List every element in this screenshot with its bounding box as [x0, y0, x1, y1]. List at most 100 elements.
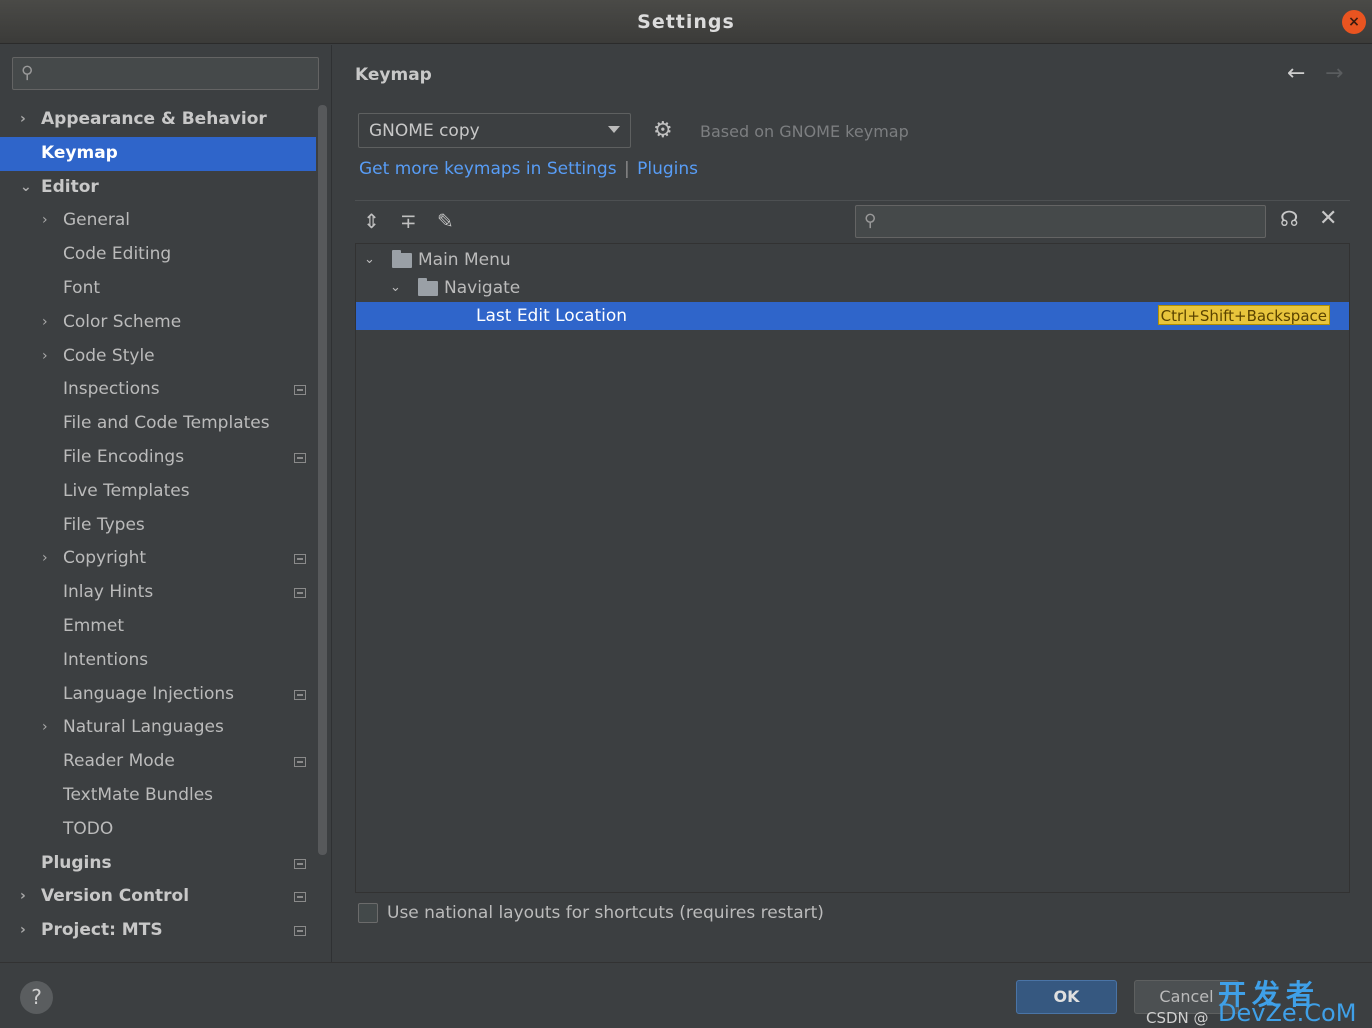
sidebar-item-file-encodings[interactable]: File Encodings: [0, 441, 316, 475]
ok-button[interactable]: OK: [1016, 980, 1117, 1014]
sidebar-item-color-scheme[interactable]: › Color Scheme: [0, 306, 316, 340]
chevron-down-icon[interactable]: ⌄: [390, 274, 401, 302]
sidebar-item-label: Appearance & Behavior: [41, 109, 267, 129]
sidebar-item-reader-mode[interactable]: Reader Mode: [0, 745, 316, 779]
tree-row-last-edit-location[interactable]: Last Edit Location Ctrl+Shift+Backspace: [356, 302, 1349, 330]
chevron-right-icon[interactable]: ›: [20, 880, 26, 914]
project-level-icon: [294, 858, 306, 869]
sidebar-item-emmet[interactable]: Emmet: [0, 610, 316, 644]
clear-filter-icon[interactable]: ✕: [1319, 206, 1337, 231]
chevron-right-icon[interactable]: ›: [42, 542, 48, 576]
chevron-right-icon[interactable]: ›: [20, 914, 26, 948]
tree-row-label: Main Menu: [418, 250, 511, 270]
tree-row-navigate[interactable]: ⌄ Navigate: [356, 274, 1349, 302]
forward-arrow-icon[interactable]: →: [1325, 61, 1343, 86]
sidebar-item-label: TextMate Bundles: [63, 784, 214, 805]
watermark: CSDN @ 开发者 DevZe.CoM: [1146, 973, 1366, 1027]
sidebar-item-font[interactable]: Font: [0, 272, 316, 306]
sidebar-item-label: Editor: [41, 176, 99, 197]
sidebar-item-todo[interactable]: TODO: [0, 813, 316, 847]
title-bar: Settings ×: [0, 0, 1372, 44]
national-layouts-checkbox[interactable]: [358, 903, 378, 923]
sidebar-item-label: Project: MTS: [41, 920, 163, 941]
sidebar-item-label: File Types: [63, 514, 145, 535]
chevron-right-icon[interactable]: ›: [42, 306, 48, 340]
sidebar-item-file-types[interactable]: File Types: [0, 509, 316, 543]
sidebar-item-label: Live Templates: [63, 480, 190, 501]
gear-icon[interactable]: ⚙: [653, 118, 673, 143]
project-level-icon: [294, 588, 306, 599]
keymap-select-value: GNOME copy: [369, 121, 480, 141]
sidebar-item-intentions[interactable]: Intentions: [0, 644, 316, 678]
sidebar-item-label: File and Code Templates: [63, 413, 270, 434]
sidebar-item-natural-languages[interactable]: › Natural Languages: [0, 711, 316, 745]
chevron-right-icon[interactable]: ›: [20, 103, 26, 137]
help-button[interactable]: ?: [20, 981, 53, 1014]
sidebar-item-appearance-behavior[interactable]: › Appearance & Behavior: [0, 103, 316, 137]
sidebar-item-label: Code Style: [63, 345, 155, 366]
sidebar-item-live-templates[interactable]: Live Templates: [0, 475, 316, 509]
sidebar-item-label: Inspections: [63, 379, 160, 400]
settings-tree: › Appearance & Behavior Keymap ⌄ Editor › Gene…: [0, 103, 316, 948]
page-title: Keymap: [355, 65, 432, 85]
keymap-panel: Keymap ← → GNOME copy ⚙ Based on GNOME k…: [333, 45, 1372, 962]
sidebar-item-copyright[interactable]: › Copyright: [0, 542, 316, 576]
action-tree: ⌄ Main Menu ⌄ Navigate Last Edit Location Ctr…: [355, 243, 1350, 893]
sidebar-item-language-injections[interactable]: Language Injections: [0, 678, 316, 712]
sidebar-item-project-mts[interactable]: › Project: MTS: [0, 914, 316, 948]
sidebar-item-plugins[interactable]: Plugins: [0, 847, 316, 881]
window-title: Settings: [637, 11, 735, 33]
sidebar-search-input[interactable]: ⚲: [12, 57, 319, 90]
tree-row-main-menu[interactable]: ⌄ Main Menu: [356, 246, 1349, 274]
sidebar-scrollbar[interactable]: [318, 105, 327, 855]
project-level-icon: [294, 926, 306, 937]
sidebar-item-label: Copyright: [63, 548, 147, 569]
national-layouts-label: Use national layouts for shortcuts (requ…: [387, 903, 824, 923]
action-search-input[interactable]: ⚲: [855, 205, 1266, 238]
sidebar-item-keymap[interactable]: Keymap: [0, 136, 316, 171]
folder-icon: [418, 278, 438, 296]
sidebar-item-label: Version Control: [41, 886, 190, 907]
sidebar-item-file-and-code-templates[interactable]: File and Code Templates: [0, 407, 316, 441]
edit-icon[interactable]: ✎: [437, 209, 454, 233]
folder-icon: [392, 250, 412, 268]
back-arrow-icon[interactable]: ←: [1287, 61, 1305, 86]
sidebar-item-general[interactable]: › General: [0, 204, 316, 238]
sidebar-item-label: Keymap: [41, 142, 118, 163]
sidebar-item-label: File Encodings: [63, 446, 185, 467]
plugins-link[interactable]: Plugins: [637, 159, 698, 179]
sidebar-item-label: Language Injections: [63, 683, 235, 704]
sidebar-item-label: General: [63, 210, 130, 231]
project-level-icon: [294, 689, 306, 700]
sidebar-item-label: TODO: [63, 818, 114, 839]
based-on-label: Based on GNOME keymap: [700, 122, 909, 141]
chevron-right-icon[interactable]: ›: [42, 711, 48, 745]
search-icon: ⚲: [864, 211, 877, 231]
sidebar-item-inspections[interactable]: Inspections: [0, 373, 316, 407]
close-icon[interactable]: ×: [1342, 10, 1366, 34]
find-by-shortcut-icon[interactable]: ☊: [1280, 207, 1299, 231]
sidebar-item-code-editing[interactable]: Code Editing: [0, 238, 316, 272]
sidebar-item-editor[interactable]: ⌄ Editor: [0, 171, 316, 205]
project-level-icon: [294, 757, 306, 768]
project-level-icon: [294, 385, 306, 396]
sidebar-item-label: Intentions: [63, 649, 149, 670]
settings-link[interactable]: Get more keymaps in Settings: [359, 159, 617, 179]
expand-all-icon[interactable]: ⇕: [363, 209, 380, 233]
chevron-down-icon[interactable]: ⌄: [20, 171, 32, 205]
sidebar-item-inlay-hints[interactable]: Inlay Hints: [0, 576, 316, 610]
chevron-right-icon[interactable]: ›: [42, 204, 48, 238]
chevron-down-icon[interactable]: ⌄: [364, 246, 375, 274]
keymap-select[interactable]: GNOME copy: [358, 113, 631, 148]
watermark-en: DevZe.CoM: [1218, 999, 1357, 1027]
collapse-all-icon[interactable]: ∓: [400, 209, 417, 233]
link-separator: |: [623, 159, 630, 179]
sidebar-item-textmate-bundles[interactable]: TextMate Bundles: [0, 779, 316, 813]
sidebar-item-version-control[interactable]: › Version Control: [0, 880, 316, 914]
chevron-down-icon: [608, 126, 620, 133]
keymap-toolbar: ⇕ ∓ ✎ ⚲ ☊ ✕: [355, 200, 1350, 242]
keymap-links: Get more keymaps in Settings | Plugins: [359, 159, 698, 179]
chevron-right-icon[interactable]: ›: [42, 340, 48, 374]
sidebar-item-code-style[interactable]: › Code Style: [0, 340, 316, 374]
search-icon: ⚲: [21, 63, 34, 83]
